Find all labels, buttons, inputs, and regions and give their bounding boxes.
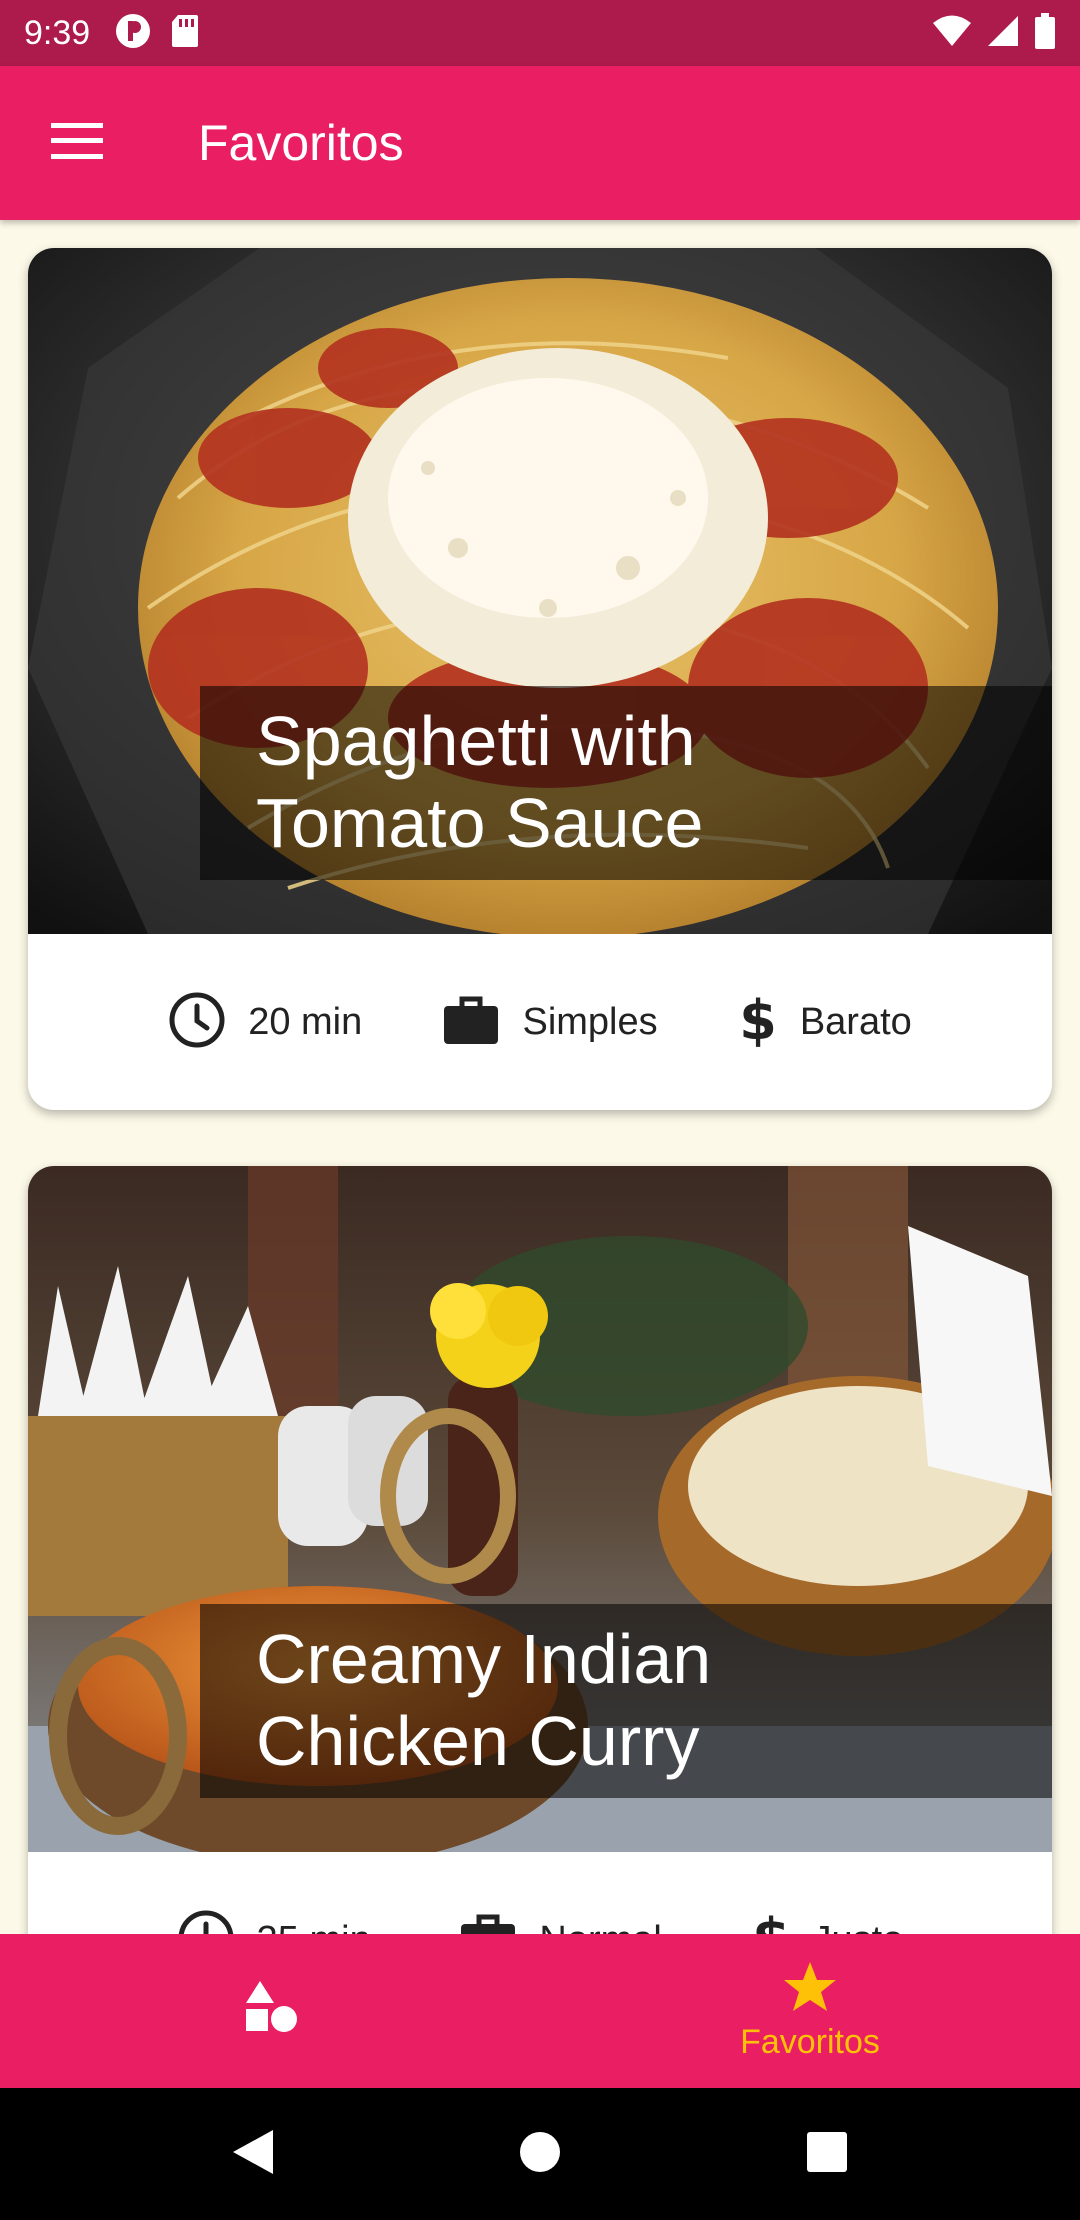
wifi-icon [932, 14, 972, 53]
meal-image-curry: Creamy Indian Chicken Curry [28, 1166, 1052, 1852]
battery-icon [1034, 12, 1056, 54]
status-time: 9:39 [24, 13, 91, 52]
dollar-icon: $ [738, 989, 778, 1054]
svg-text:$: $ [752, 1909, 790, 1935]
meal-complexity: Simples [442, 994, 658, 1051]
signal-icon [986, 14, 1020, 53]
meal-complexity-label: Normal [539, 1919, 661, 1935]
status-system-icons [932, 12, 1056, 54]
meal-duration: 35 min [177, 1909, 371, 1935]
briefcase-icon [442, 994, 500, 1051]
meal-title-overlay: Spaghetti with Tomato Sauce [200, 686, 1052, 880]
meal-title: Creamy Indian Chicken Curry [256, 1620, 712, 1780]
favorites-list[interactable]: Spaghetti with Tomato Sauce 20 min Simpl… [0, 220, 1080, 1934]
clock-icon [168, 991, 226, 1054]
hamburger-menu-button[interactable] [0, 66, 154, 220]
briefcase-icon [459, 1912, 517, 1934]
sd-card-icon [170, 13, 200, 54]
status-notification-icons [114, 12, 200, 55]
bottom-navigation: Favoritos [0, 1934, 1080, 2088]
meal-cost: $ Justo [751, 1907, 904, 1935]
nav-label-favorites: Favoritos [740, 2023, 880, 2061]
meal-title: Spaghetti with Tomato Sauce [256, 702, 704, 862]
hamburger-menu-icon [51, 122, 103, 164]
back-button[interactable] [231, 2128, 275, 2181]
meal-cost-label: Barato [799, 1000, 912, 1043]
system-navigation-bar [0, 2088, 1080, 2220]
home-button[interactable] [518, 2130, 562, 2179]
page-title: Favoritos [198, 115, 404, 171]
meal-card[interactable]: Creamy Indian Chicken Curry 35 min Norma… [28, 1166, 1052, 1934]
svg-text:$: $ [739, 991, 777, 1049]
nav-item-categories[interactable] [0, 1934, 540, 2088]
meal-cost: $ Barato [738, 989, 912, 1054]
meal-complexity: Normal [459, 1912, 662, 1935]
meal-duration: 20 min [168, 991, 362, 1054]
nav-item-favorites[interactable]: Favoritos [540, 1934, 1080, 2088]
meal-image-spaghetti: Spaghetti with Tomato Sauce [28, 248, 1052, 934]
meal-duration-label: 20 min [248, 1000, 363, 1043]
meal-meta-row: 35 min Normal $ Justo [28, 1852, 1052, 1934]
meal-cost-label: Justo [813, 1919, 904, 1935]
star-icon [782, 1960, 838, 2019]
meal-complexity-label: Simples [522, 1000, 658, 1043]
meal-card[interactable]: Spaghetti with Tomato Sauce 20 min Simpl… [28, 248, 1052, 1110]
meal-title-overlay: Creamy Indian Chicken Curry [200, 1604, 1052, 1798]
status-bar: 9:39 [0, 0, 1080, 66]
app-bar: Favoritos [0, 66, 1080, 220]
categories-icon [242, 1979, 298, 2040]
meal-meta-row: 20 min Simples $ Barato [28, 934, 1052, 1110]
meal-duration-label: 35 min [257, 1919, 371, 1935]
recents-button[interactable] [805, 2130, 849, 2179]
data-saver-icon [114, 12, 152, 55]
dollar-icon: $ [751, 1907, 791, 1935]
clock-icon [177, 1909, 235, 1934]
